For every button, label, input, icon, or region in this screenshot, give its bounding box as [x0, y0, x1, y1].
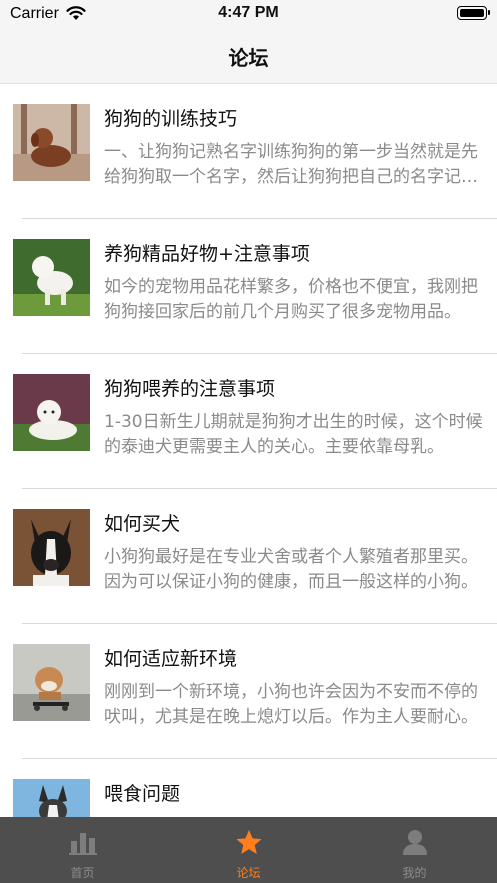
person-icon [332, 829, 497, 855]
post-excerpt: 刚刚到一个新环境，小狗也许会因为不安而不停的吠叫，尤其是在晚上熄灯以后。作为主人… [104, 682, 478, 727]
list-item[interactable]: 狗狗喂养的注意事项 1-30日新生儿期就是狗狗才出生的时候，这个时候的泰迪犬更需… [0, 354, 497, 489]
list-item[interactable]: 狗狗的训练技巧 一、让狗狗记熟名字训练狗狗的第一步当然就是先给狗狗取一个名字，然… [0, 84, 497, 219]
status-bar: Carrier 4:47 PM [0, 0, 497, 28]
post-thumbnail [13, 509, 90, 586]
tab-profile[interactable]: 我的 [332, 817, 497, 883]
post-title: 狗狗喂养的注意事项 [104, 378, 276, 400]
list-item[interactable]: 喂食问题 [0, 759, 497, 817]
post-thumbnail [13, 104, 90, 181]
list-item[interactable]: 养狗精品好物+注意事项 如今的宠物用品花样繁多，价格也不便宜，我刚把狗狗接回家后… [0, 219, 497, 354]
battery-icon [457, 6, 490, 20]
post-thumbnail [13, 374, 90, 451]
post-excerpt: 如今的宠物用品花样繁多，价格也不便宜，我刚把狗狗接回家后的前几个月购买了很多宠物… [104, 277, 478, 322]
page-title: 论坛 [228, 46, 269, 70]
tab-home-label: 首页 [70, 866, 95, 880]
post-title: 养狗精品好物+注意事项 [104, 243, 310, 265]
post-thumbnail [13, 779, 90, 817]
list-item[interactable]: 如何适应新环境 刚刚到一个新环境，小狗也许会因为不安而不停的吠叫，尤其是在晚上熄… [0, 624, 497, 759]
post-excerpt: 1-30日新生儿期就是狗狗才出生的时候，这个时候的泰迪犬更需要主人的关心。主要依… [104, 412, 483, 457]
tab-forum-label: 论坛 [236, 866, 261, 880]
clock: 4:47 PM [218, 4, 279, 21]
post-thumbnail [13, 644, 90, 721]
post-thumbnail [13, 239, 90, 316]
tab-profile-label: 我的 [402, 866, 427, 880]
tab-home[interactable]: 首页 [0, 817, 165, 883]
tab-forum[interactable]: 论坛 [166, 817, 331, 883]
post-excerpt: 小狗狗最好是在专业犬舍或者个人繁殖者那里买。因为可以保证小狗的健康，而且一般这样… [104, 547, 478, 592]
list-item[interactable]: 如何买犬 小狗狗最好是在专业犬舍或者个人繁殖者那里买。因为可以保证小狗的健康，而… [0, 489, 497, 624]
star-icon [166, 829, 331, 855]
bar-chart-icon [0, 829, 165, 855]
post-title: 喂食问题 [104, 783, 181, 805]
nav-bar: 论坛 [0, 28, 497, 84]
post-title: 如何适应新环境 [104, 648, 238, 670]
post-title: 狗狗的训练技巧 [104, 108, 238, 130]
tab-bar: 首页 论坛 我的 [0, 817, 497, 883]
post-title: 如何买犬 [104, 513, 181, 535]
post-excerpt: 一、让狗狗记熟名字训练狗狗的第一步当然就是先给狗狗取一个名字，然后让狗狗把自己的… [104, 142, 478, 187]
post-list[interactable]: 狗狗的训练技巧 一、让狗狗记熟名字训练狗狗的第一步当然就是先给狗狗取一个名字，然… [0, 84, 497, 817]
